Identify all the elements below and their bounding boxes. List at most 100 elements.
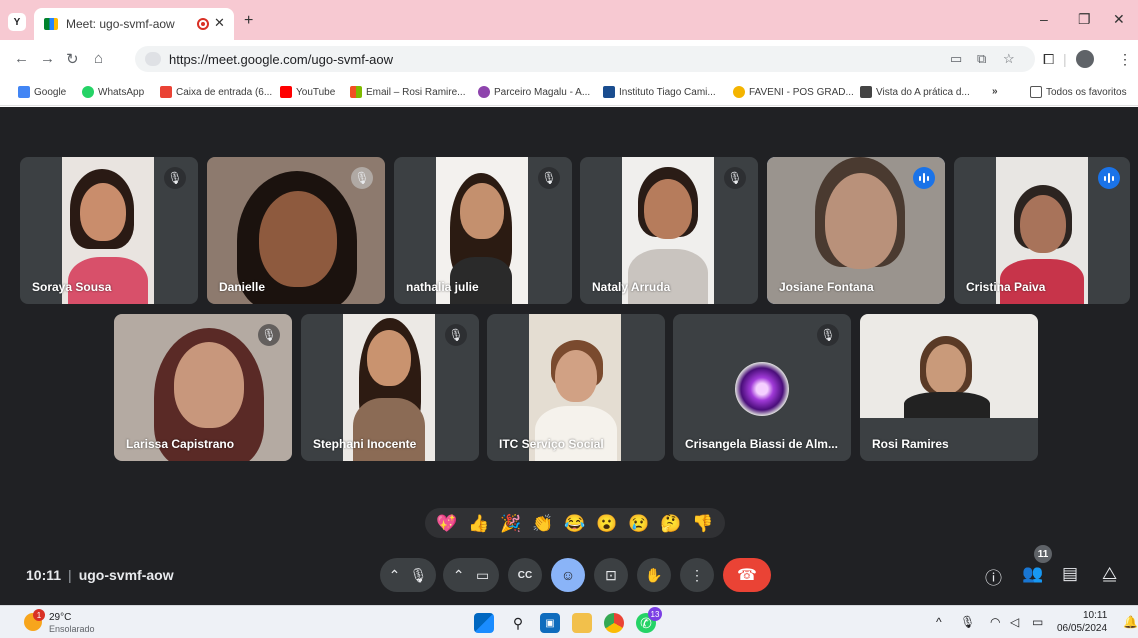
extensions-icon[interactable]: ⧠: [1043, 51, 1054, 68]
participant-name: Crisangela Biassi de Alm...: [685, 437, 838, 451]
all-bookmarks[interactable]: Todos os favoritos: [1030, 86, 1127, 98]
mic-off-icon: 🎙: [538, 167, 560, 189]
bookmark-whatsapp[interactable]: WhatsApp: [82, 86, 144, 98]
meeting-details-icon[interactable]: ⓘ: [985, 564, 1002, 589]
microphone-icon[interactable]: 🎙: [410, 567, 428, 584]
microphone-control[interactable]: ⌃ 🎙: [380, 558, 436, 592]
file-explorer-icon[interactable]: [572, 613, 592, 633]
mic-options-chevron-icon[interactable]: ⌃: [389, 567, 401, 584]
mic-off-icon: 🎙: [724, 167, 746, 189]
participant-tile[interactable]: 🎙 Stephani Inocente: [301, 314, 479, 461]
restore-icon[interactable]: ❐: [1078, 11, 1091, 28]
mic-off-icon: 🎙: [164, 167, 186, 189]
participant-tile[interactable]: ITC Serviço Social: [487, 314, 665, 461]
camera-icon[interactable]: ▭: [476, 567, 489, 584]
bookmark-star-icon[interactable]: ☆: [1003, 51, 1015, 67]
participant-avatar: [735, 362, 789, 416]
mic-off-icon: 🎙: [445, 324, 467, 346]
meeting-time: 10:11: [26, 567, 62, 583]
search-icon[interactable]: ⚲: [508, 613, 528, 633]
activities-icon[interactable]: ⧋: [1102, 564, 1117, 584]
bookmark-vista[interactable]: Vista do A prática d...: [860, 86, 970, 98]
taskbar-date[interactable]: 06/05/2024: [1057, 623, 1107, 634]
participant-video: [860, 314, 1038, 418]
bookmark-email[interactable]: Email – Rosi Ramire...: [350, 86, 465, 98]
bookmark-magalu[interactable]: Parceiro Magalu - A...: [478, 86, 590, 98]
open-in-icon[interactable]: ⧉: [977, 51, 986, 67]
minimize-icon[interactable]: –: [1040, 11, 1048, 27]
meet-stage: 🎙 Soraya Sousa 🎙 Danielle 🎙 nathalia jul…: [0, 107, 1138, 605]
site-info-icon[interactable]: [145, 52, 161, 66]
participant-tile[interactable]: 🎙 Larissa Capistrano: [114, 314, 292, 461]
new-tab-icon[interactable]: +: [244, 12, 253, 30]
participant-tile[interactable]: 🎙 Soraya Sousa: [20, 157, 198, 304]
profile-avatar[interactable]: [1076, 50, 1094, 68]
tab-search-button[interactable]: Y: [8, 13, 26, 31]
tray-overflow-icon[interactable]: ^: [936, 615, 942, 629]
taskbar-time[interactable]: 10:11: [1083, 610, 1107, 621]
present-screen-button[interactable]: ⊡: [594, 558, 628, 592]
participant-tile[interactable]: 🎙 Danielle: [207, 157, 385, 304]
forward-icon[interactable]: →: [40, 50, 55, 67]
smiley-icon: ☺: [560, 567, 576, 583]
folder-icon: [1030, 86, 1042, 98]
raise-hand-button[interactable]: ✋: [637, 558, 671, 592]
leave-call-button[interactable]: ☎: [723, 558, 771, 592]
wifi-icon[interactable]: ◠: [990, 615, 1000, 629]
weather-temperature[interactable]: 29°C: [49, 612, 71, 623]
camera-control[interactable]: ⌃ ▭: [443, 558, 499, 592]
participant-tile-speaking[interactable]: Josiane Fontana: [767, 157, 945, 304]
mic-off-icon: 🎙: [817, 324, 839, 346]
participant-tile[interactable]: 🎙 Nataly Arruda: [580, 157, 758, 304]
store-icon[interactable]: ▣: [540, 613, 560, 633]
chat-icon[interactable]: ▤: [1062, 564, 1078, 584]
notification-bell-icon[interactable]: 🔔: [1123, 615, 1138, 629]
reaction-heart[interactable]: 💖: [436, 515, 457, 532]
participant-name: Danielle: [219, 280, 266, 294]
volume-icon[interactable]: ◁: [1010, 615, 1019, 629]
reaction-thumbs-up[interactable]: 👍: [468, 515, 489, 532]
bookmark-instituto[interactable]: Instituto Tiago Cami...: [603, 86, 716, 98]
tray-microphone-icon[interactable]: 🎙: [960, 615, 975, 629]
address-bar[interactable]: https://meet.google.com/ugo-svmf-aow ▭ ⧉…: [135, 46, 1035, 72]
bookmark-faveni[interactable]: FAVENI - POS GRAD...: [733, 86, 854, 98]
participant-tile[interactable]: Rosi Ramires: [860, 314, 1038, 461]
home-icon[interactable]: ⌂: [94, 50, 103, 67]
reaction-party[interactable]: 🎉: [500, 515, 521, 532]
reaction-thumbs-down[interactable]: 👎: [692, 515, 713, 532]
browser-tabstrip: Y Meet: ugo-svmf-aow ✕ + – ❐ ✕: [0, 0, 1138, 40]
reaction-laugh[interactable]: 😂: [564, 515, 585, 532]
back-icon[interactable]: ←: [14, 50, 29, 67]
reaction-surprised[interactable]: 😮: [596, 515, 617, 532]
people-icon[interactable]: 👥: [1022, 564, 1043, 584]
bookmarks-overflow[interactable]: »: [992, 86, 998, 97]
participant-tile[interactable]: 🎙 nathalia julie: [394, 157, 572, 304]
bookmark-youtube[interactable]: YouTube: [280, 86, 335, 98]
reload-icon[interactable]: ↻: [66, 50, 79, 68]
more-menu-icon[interactable]: ⋮: [1118, 51, 1132, 68]
participant-name: Cristina Paiva: [966, 280, 1046, 294]
meet-favicon-icon: [44, 18, 58, 30]
captions-button[interactable]: CC: [508, 558, 542, 592]
cast-icon[interactable]: ▭: [950, 51, 962, 67]
start-windows-icon[interactable]: [474, 613, 494, 633]
reaction-clap[interactable]: 👏: [532, 515, 553, 532]
close-tab-icon[interactable]: ✕: [214, 15, 225, 31]
emoji-reactions-button[interactable]: ☺: [551, 558, 585, 592]
camera-options-chevron-icon[interactable]: ⌃: [453, 567, 465, 584]
tab-meet[interactable]: Meet: ugo-svmf-aow ✕: [34, 8, 234, 40]
mic-off-icon: 🎙: [258, 324, 280, 346]
speaking-indicator-icon: [913, 167, 935, 189]
reaction-sad[interactable]: 😢: [628, 515, 649, 532]
participant-tile[interactable]: Cristina Paiva: [954, 157, 1130, 304]
whatsapp-notification-badge: 13: [648, 607, 662, 621]
reaction-thinking[interactable]: 🤔: [660, 515, 681, 532]
bookmark-gmail[interactable]: Caixa de entrada (6...: [160, 86, 272, 98]
chrome-icon[interactable]: [604, 613, 624, 633]
battery-icon[interactable]: ▭: [1032, 615, 1043, 629]
tab-title: Meet: ugo-svmf-aow: [66, 17, 175, 31]
participant-tile[interactable]: 🎙 Crisangela Biassi de Alm...: [673, 314, 851, 461]
bookmark-google[interactable]: Google: [18, 86, 66, 98]
window-close-icon[interactable]: ✕: [1113, 11, 1125, 28]
more-options-button[interactable]: ⋮: [680, 558, 714, 592]
